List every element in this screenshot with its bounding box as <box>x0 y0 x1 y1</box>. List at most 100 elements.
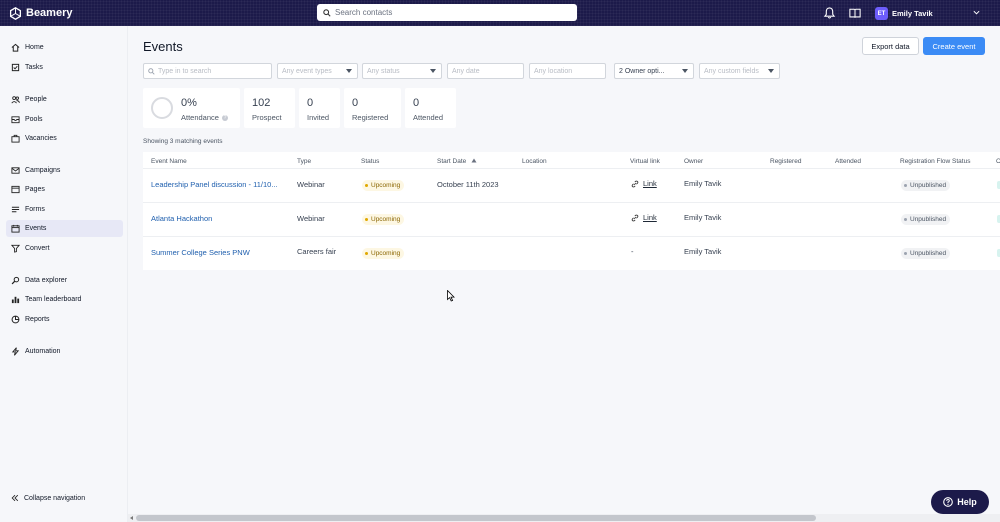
sidebar-item-reports[interactable]: Reports <box>6 311 123 328</box>
status-dot <box>904 184 907 187</box>
stat-attendance-label: Attendance <box>181 113 219 122</box>
status-dot <box>904 218 907 221</box>
avatar: ET <box>875 7 888 20</box>
sidebar-item-label: Forms <box>25 206 45 213</box>
status-badge: Upcoming <box>362 214 405 225</box>
sidebar-item-label: Reports <box>25 316 50 323</box>
user-menu[interactable]: ET Emily Tavik <box>875 7 985 20</box>
stat-prospect-value: 102 <box>252 97 271 109</box>
event-search-input[interactable]: Type in to search <box>143 63 272 79</box>
event-owner: Emily Tavik <box>684 213 722 222</box>
brand-logo[interactable]: Beamery <box>9 6 73 20</box>
attendance-ring <box>151 97 173 119</box>
location-input[interactable]: Any location <box>529 63 606 79</box>
column-header-type[interactable]: Type <box>297 158 311 165</box>
horizontal-scrollbar[interactable] <box>128 514 1000 522</box>
search-contacts-input[interactable]: Search contacts <box>317 4 577 21</box>
event-type: Careers fair <box>297 247 337 256</box>
event-start-date: October 11th 2023 <box>437 180 499 189</box>
event-name-link[interactable]: Atlanta Hackathon <box>151 214 212 223</box>
stat-attended-label: Attended <box>413 113 444 122</box>
sidebar-item-tasks[interactable]: Tasks <box>6 59 123 76</box>
event-type: Webinar <box>297 180 325 189</box>
stat-prospect-label: Prospect <box>252 113 282 122</box>
column-header-event-name[interactable]: Event Name <box>151 158 187 165</box>
stat-invited: 0 Invited <box>299 88 340 128</box>
scrollbar-thumb[interactable] <box>136 515 816 521</box>
status-dot <box>365 252 368 255</box>
filter-custom-fields-placeholder: Any custom fields <box>704 67 759 75</box>
sidebar-item-label: Tasks <box>25 64 43 71</box>
stat-invited-label: Invited <box>307 113 330 122</box>
table-row[interactable]: Leadership Panel discussion - 11/10... W… <box>143 168 1000 202</box>
virtual-link[interactable]: Link <box>631 179 657 188</box>
date-input[interactable]: Any date <box>447 63 524 79</box>
notifications-bell-icon[interactable] <box>822 6 836 20</box>
event-name-link[interactable]: Leadership Panel discussion - 11/10... <box>151 180 278 189</box>
column-header-attended[interactable]: Attended <box>835 158 861 165</box>
help-button[interactable]: Help <box>931 490 989 514</box>
stat-attendance-value: 0% <box>181 97 197 109</box>
virtual-link-label: Link <box>643 179 657 188</box>
caret-down-icon <box>768 69 774 73</box>
search-placeholder: Search contacts <box>335 8 393 17</box>
book-icon[interactable] <box>848 6 862 20</box>
flow-status-label: Unpublished <box>910 182 947 189</box>
column-header-registration-flow-status[interactable]: Registration Flow Status <box>900 158 970 165</box>
column-header-status[interactable]: Status <box>361 158 379 165</box>
sidebar-item-pools[interactable]: Pools <box>6 111 123 128</box>
forms-icon <box>11 206 20 213</box>
question-mark-icon[interactable]: ? <box>221 115 228 122</box>
column-header-truncated[interactable]: C <box>996 158 1000 165</box>
event-name-link[interactable]: Summer College Series PNW <box>151 248 250 257</box>
custom-fields-select[interactable]: Any custom fields <box>699 63 780 79</box>
collapse-navigation-button[interactable]: Collapse navigation <box>11 494 85 502</box>
scroll-left-arrow-icon[interactable] <box>130 516 133 520</box>
brand-name: Beamery <box>26 7 73 19</box>
stat-invited-value: 0 <box>307 97 314 109</box>
table-row[interactable]: Summer College Series PNW Careers fair U… <box>143 236 1000 270</box>
sidebar-item-home[interactable]: Home <box>6 39 123 56</box>
column-header-owner[interactable]: Owner <box>684 158 703 165</box>
sidebar-item-data-explorer[interactable]: Data explorer <box>6 272 123 289</box>
stat-attendance-label-wrap: Attendance? <box>181 113 228 122</box>
status-select[interactable]: Any status <box>362 63 442 79</box>
column-header-location[interactable]: Location <box>522 158 547 165</box>
create-event-button[interactable]: Create event <box>923 37 985 55</box>
caret-down-icon <box>682 69 688 73</box>
stat-registered-value: 0 <box>352 97 359 109</box>
sidebar-item-convert[interactable]: Convert <box>6 240 123 257</box>
sidebar-item-campaigns[interactable]: Campaigns <box>6 162 123 179</box>
link-icon <box>631 180 639 187</box>
virtual-link[interactable]: Link <box>631 213 657 222</box>
sidebar-item-team-leaderboard[interactable]: Team leaderboard <box>6 291 123 308</box>
column-header-registered[interactable]: Registered <box>770 158 801 165</box>
caret-down-icon <box>346 69 352 73</box>
sidebar-item-people[interactable]: People <box>6 91 123 108</box>
column-header-start-date-label: Start Date <box>437 158 467 165</box>
sidebar-item-forms[interactable]: Forms <box>6 201 123 218</box>
pages-icon <box>11 185 20 194</box>
stat-attended-value: 0 <box>413 97 420 109</box>
column-header-start-date[interactable]: Start Date <box>437 158 477 165</box>
column-header-virtual-link[interactable]: Virtual link <box>630 158 660 165</box>
filter-owner-value: 2 Owner opti... <box>619 67 665 75</box>
link-icon <box>631 214 639 221</box>
event-owner: Emily Tavik <box>684 247 722 256</box>
home-icon <box>11 43 20 52</box>
sidebar-item-events[interactable]: Events <box>6 220 123 237</box>
sidebar-item-label: Pages <box>25 186 45 193</box>
sidebar-item-vacancies[interactable]: Vacancies <box>6 130 123 147</box>
table-row[interactable]: Atlanta Hackathon Webinar Upcoming Link … <box>143 202 1000 236</box>
sidebar-item-pages[interactable]: Pages <box>6 181 123 198</box>
search-icon <box>323 8 331 17</box>
sidebar-item-automation[interactable]: Automation <box>6 343 123 360</box>
owner-select[interactable]: 2 Owner opti... <box>614 63 694 79</box>
matching-events-count: Showing 3 matching events <box>143 138 223 145</box>
event-type-select[interactable]: Any event types <box>277 63 358 79</box>
flow-status-label: Unpublished <box>910 216 947 223</box>
collapse-label: Collapse navigation <box>24 494 86 502</box>
export-data-button[interactable]: Export data <box>862 37 919 55</box>
status-badge-label: Upcoming <box>371 216 401 223</box>
main-content: Events Export data Create event Type in … <box>128 26 1000 514</box>
